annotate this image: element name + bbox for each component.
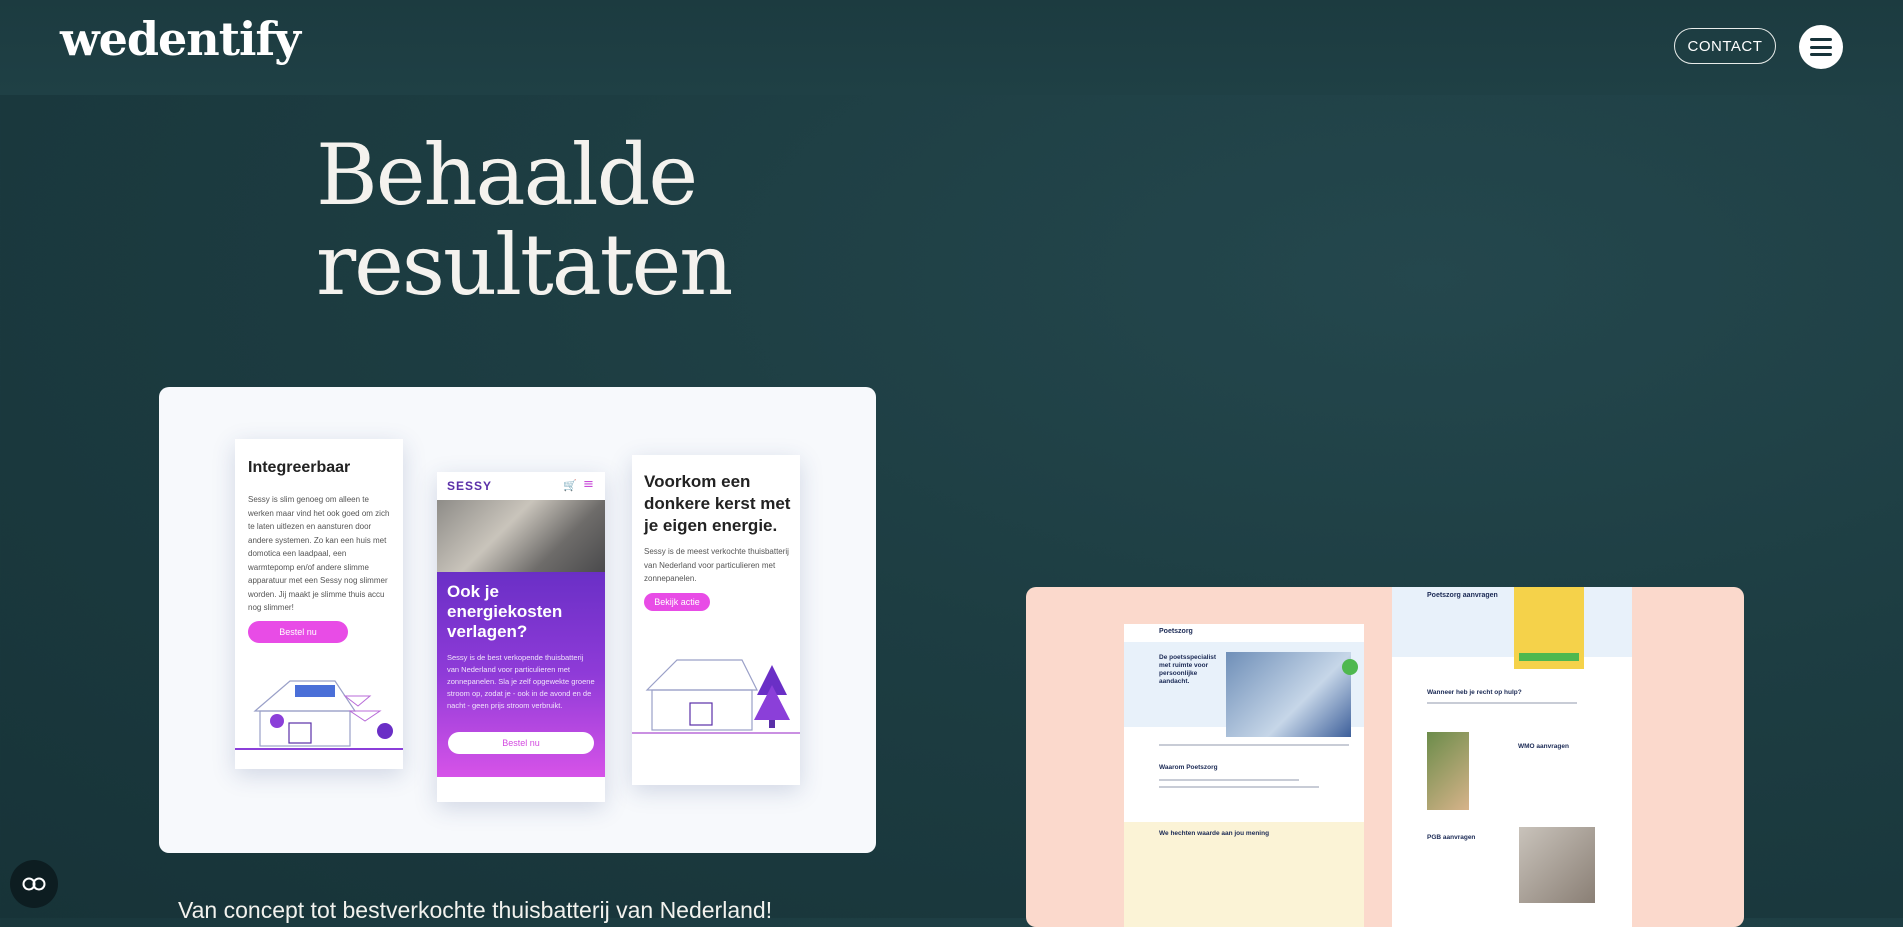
garage-photo <box>437 500 605 572</box>
sessy-phone-energiekosten: SESSY 🛒 ≡ Ook je energiekosten verlagen?… <box>437 472 605 802</box>
accessibility-icon <box>22 877 46 891</box>
hero-panel: Ook je energiekosten verlagen? Sessy is … <box>437 572 605 777</box>
section-title: Wanneer heb je recht op hulp? <box>1427 689 1522 696</box>
phone-title: Ook je energiekosten verlagen? <box>447 582 563 641</box>
cart-icon: 🛒 <box>563 479 577 492</box>
phone-text: Sessy is slim genoeg om alleen te werken… <box>248 495 390 612</box>
hamburger-icon <box>1810 38 1832 56</box>
woman-photo <box>1427 732 1469 810</box>
bestel-nu-button[interactable]: Bestel nu <box>248 621 348 643</box>
bestel-nu-button[interactable]: Bestel nu <box>448 732 594 754</box>
aanvragen-title: Poetszorg aanvragen <box>1427 592 1498 599</box>
contact-button[interactable]: CONTACT <box>1674 28 1776 64</box>
phone-title: Voorkom een donkere kerst met je eigen e… <box>644 472 791 535</box>
project-card-poetszorg[interactable]: Poetszorg De poetsspecialist met ruimte … <box>1026 587 1744 927</box>
sessy-caption: Van concept tot bestverkochte thuisbatte… <box>178 897 773 923</box>
phone-text: Sessy is de best verkopende thuisbatteri… <box>447 653 595 710</box>
sessy-logo: SESSY <box>447 479 493 493</box>
project-card-sessy[interactable]: Integreerbaar Sessy is slim genoeg om al… <box>159 387 876 853</box>
house-illustration <box>235 680 403 750</box>
submit-button[interactable] <box>1519 653 1579 661</box>
bekijk-actie-button[interactable]: Bekijk actie <box>644 593 710 611</box>
reviews-band <box>1124 822 1364 927</box>
section-title: Waarom Poetszorg <box>1159 764 1218 771</box>
section-title: WMO aanvragen <box>1518 743 1569 750</box>
poetszorg-home-screen: Poetszorg De poetsspecialist met ruimte … <box>1124 624 1364 927</box>
menu-button[interactable] <box>1799 25 1843 69</box>
poetszorg-aanvragen-screen: Poetszorg aanvragen Wanneer heb je recht… <box>1392 587 1632 927</box>
phone-title: Integreerbaar <box>248 459 351 476</box>
menu-icon: ≡ <box>583 477 594 492</box>
accessibility-button[interactable] <box>10 860 58 908</box>
poetszorg-logo: Poetszorg <box>1159 628 1193 635</box>
phone-text: Sessy is de meest verkochte thuisbatteri… <box>644 547 789 583</box>
christmas-house-illustration <box>632 659 800 734</box>
section-title: We hechten waarde aan jou mening <box>1159 830 1270 837</box>
site-header: wedentify CONTACT <box>0 0 1903 95</box>
page-title-line-1: Behaalde <box>316 126 698 224</box>
sessy-phone-kerst: Voorkom een donkere kerst met je eigen e… <box>632 455 800 785</box>
site-logo[interactable]: wedentify <box>60 12 301 66</box>
page-title: Behaalde resultaten <box>316 130 1016 310</box>
home-headline: De poetsspecialist met ruimte voor perso… <box>1159 654 1217 685</box>
elderly-photo <box>1519 827 1595 903</box>
section-title: PGB aanvragen <box>1427 834 1476 841</box>
page-title-line-2: resultaten <box>316 216 733 314</box>
hero-photo <box>1226 652 1351 737</box>
badge-icon <box>1342 659 1358 675</box>
sessy-phone-integreerbaar: Integreerbaar Sessy is slim genoeg om al… <box>235 439 403 769</box>
divider <box>1159 744 1349 746</box>
